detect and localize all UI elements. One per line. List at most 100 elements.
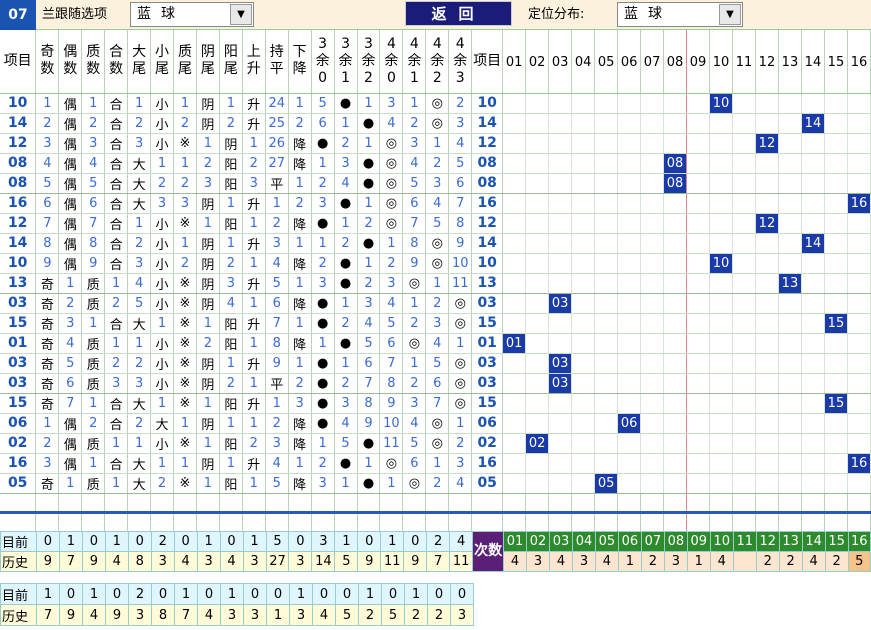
spacer-cell xyxy=(196,493,220,536)
issue-cell: 03 xyxy=(0,293,37,314)
stat-cell: 1 xyxy=(196,473,220,494)
number-cell xyxy=(640,133,665,154)
stats2-now-row: 目前 1 0 1 0 2 0 1 0 1 0 0 1 0 0 1 0 1 0 0 xyxy=(0,583,474,605)
stat-cell: 5 xyxy=(58,353,83,374)
number-cell xyxy=(663,233,688,254)
stat-cell: 2 xyxy=(173,173,197,194)
number-cell xyxy=(847,253,871,274)
stat-cell: 4 xyxy=(219,293,243,314)
stat-cell: ◎ xyxy=(379,153,404,174)
number-cell xyxy=(709,453,733,474)
now-cell: 0 xyxy=(219,531,244,552)
column-header: 3余1 xyxy=(334,30,358,94)
hit-marker: 06 xyxy=(618,413,640,432)
stat-cell: 2 xyxy=(127,353,152,374)
ball-select[interactable]: 蓝球 ▼ xyxy=(130,2,254,27)
stat-cell: ◎ xyxy=(448,393,473,414)
number-cell xyxy=(571,273,596,294)
stat-cell: 4 xyxy=(58,333,83,354)
stat-cell: 4 xyxy=(265,253,289,274)
stats-table: 目前 0 1 0 1 0 2 0 1 0 1 5 0 3 1 0 1 0 2 4 次数 01 02 03 04 05 06 07 08 0… xyxy=(0,531,871,572)
number-cell xyxy=(778,153,802,174)
stat-cell: 1 xyxy=(334,293,358,314)
spacer-cell xyxy=(219,493,243,536)
number-cell xyxy=(502,93,527,114)
stat-cell: 奇 xyxy=(35,373,60,394)
number-cell xyxy=(732,113,756,134)
hit-marker: 13 xyxy=(778,273,801,292)
chevron-down-icon[interactable]: ▼ xyxy=(230,4,252,25)
stat-cell: 26 xyxy=(265,133,289,154)
column-header: 大尾 xyxy=(127,30,152,94)
stat-cell: 阳 xyxy=(219,153,243,174)
stat-cell: 2 xyxy=(288,113,312,134)
hit-marker: 02 xyxy=(526,433,548,452)
stat-cell: 1 xyxy=(402,293,427,314)
hist-cell: 3 xyxy=(243,604,267,626)
hist-cell: 3 xyxy=(288,551,313,572)
stat-cell: 2 xyxy=(311,453,335,474)
number-header: 06 xyxy=(617,30,642,94)
stat-cell: ● xyxy=(357,433,381,454)
issue-cell: 05 xyxy=(0,473,37,494)
number-cell xyxy=(617,373,642,394)
chevron-down-icon[interactable]: ▼ xyxy=(719,4,741,25)
number-cell xyxy=(617,93,642,114)
number-header: 09 xyxy=(686,30,710,94)
table-row: 10 9 偶 9 合 3 小 2 阴 2 1 4 降 2 ● 1 2 9 ◎ 10 10 10 xyxy=(0,253,871,274)
stat-cell: 质 xyxy=(81,273,106,294)
number-cell xyxy=(755,233,779,254)
number-cell xyxy=(525,253,550,274)
hist-cell: 4 xyxy=(197,604,221,626)
number-cell xyxy=(502,393,527,414)
distribution-select[interactable]: 蓝球 ▼ xyxy=(617,2,743,27)
hit-marker: 16 xyxy=(847,453,870,472)
back-button[interactable]: 返回 xyxy=(405,1,512,26)
stat-cell: 1 xyxy=(379,233,404,254)
stat-cell: 1 xyxy=(265,393,289,414)
stat-cell: 偶 xyxy=(58,413,83,434)
stat-cell: 6 xyxy=(58,373,83,394)
stat-cell: 7 xyxy=(357,373,381,394)
stat-cell: ● xyxy=(334,93,358,114)
stat-cell: 2 xyxy=(288,193,312,214)
stat-cell: 4 xyxy=(265,453,289,474)
stat-cell: 4 xyxy=(357,313,381,334)
issue-cell: 14 xyxy=(0,233,37,254)
number-cell xyxy=(755,173,779,194)
number-cell xyxy=(709,153,733,174)
stat-cell: ● xyxy=(311,393,335,414)
hist-cell: 27 xyxy=(265,551,290,572)
stat-cell: ◎ xyxy=(425,113,450,134)
stat-cell: 1 xyxy=(334,353,358,374)
stat-cell: ※ xyxy=(173,333,197,354)
stat-cell: 降 xyxy=(288,433,312,454)
number-cell xyxy=(686,313,710,334)
stat-cell: 2 xyxy=(402,313,427,334)
issue-cell: 15 xyxy=(471,393,504,414)
issue-cell: 16 xyxy=(0,193,37,214)
number-header: 15 xyxy=(824,30,848,94)
follow-option-label: 兰跟随选项 xyxy=(42,7,108,22)
stat-cell: 2 xyxy=(35,433,60,454)
number-header: 09 xyxy=(686,531,711,552)
issue-cell: 12 xyxy=(471,133,504,154)
number-cell xyxy=(824,133,848,154)
number-cell xyxy=(525,373,550,394)
hist-label: 历史 xyxy=(0,551,37,572)
number-cell xyxy=(709,433,733,454)
number-cell xyxy=(824,113,848,134)
number-cell xyxy=(640,293,665,314)
stat-cell: 奇 xyxy=(35,313,60,334)
number-cell xyxy=(617,453,642,474)
number-cell xyxy=(548,433,573,454)
stat-cell: 4 xyxy=(425,333,450,354)
number-cell xyxy=(594,93,619,114)
stat-cell: 合 xyxy=(104,413,129,434)
hist-cell: 3 xyxy=(128,604,152,626)
issue-cell: 03 xyxy=(471,293,504,314)
hist-cell: 11 xyxy=(380,551,405,572)
stat-cell: 1 xyxy=(265,193,289,214)
stat-cell: 质 xyxy=(81,293,106,314)
number-cell xyxy=(847,273,871,294)
